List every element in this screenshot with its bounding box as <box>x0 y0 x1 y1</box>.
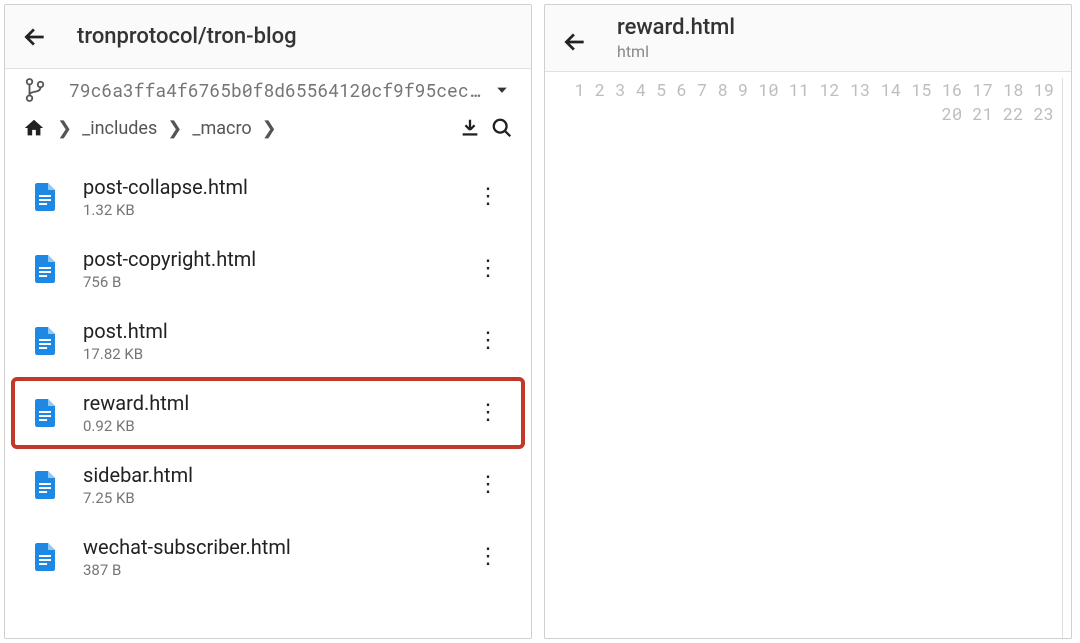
back-button[interactable] <box>561 28 589 56</box>
file-name: post.html <box>83 319 471 343</box>
commit-row: 79c6a3ffa4f6765b0f8d65564120cf9f95cece36 <box>5 69 531 107</box>
file-more-button[interactable]: ⋮ <box>471 336 505 346</box>
download-icon <box>459 117 481 139</box>
commit-dropdown[interactable] <box>489 83 515 97</box>
file-icon-wrap <box>31 399 59 427</box>
arrow-left-icon <box>562 29 588 55</box>
file-size: 387 B <box>83 561 471 579</box>
repo-title: tronprotocol/tron-blog <box>77 24 297 49</box>
file-name: post-collapse.html <box>83 175 471 199</box>
file-item[interactable]: post-copyright.html 756 B⋮ <box>11 233 525 305</box>
search-icon <box>491 117 513 139</box>
toolbar: reward.html html <box>545 5 1071 72</box>
file-item[interactable]: wechat-subscriber.html 387 B⋮ <box>11 521 525 593</box>
file-icon <box>33 471 57 499</box>
breadcrumb-sep: ❯ <box>258 118 281 139</box>
file-name: reward.html <box>83 391 471 415</box>
file-size: 756 B <box>83 273 471 291</box>
file-item[interactable]: sidebar.html 7.25 KB⋮ <box>11 449 525 521</box>
file-item[interactable]: post-collapse.html 1.32 KB⋮ <box>11 161 525 233</box>
file-size: 1.32 KB <box>83 201 471 219</box>
commit-hash[interactable]: 79c6a3ffa4f6765b0f8d65564120cf9f95cece36 <box>69 78 489 102</box>
file-icon <box>33 183 57 211</box>
file-size: 17.82 KB <box>83 345 471 363</box>
breadcrumb-item[interactable]: _macro <box>192 118 251 139</box>
breadcrumb-item[interactable]: _includes <box>82 118 157 139</box>
file-meta: reward.html 0.92 KB <box>83 391 471 435</box>
file-browser-pane: tronprotocol/tron-blog 79c6a3ffa4f6765b0… <box>4 4 532 639</box>
file-more-button[interactable]: ⋮ <box>471 480 505 490</box>
file-icon-wrap <box>31 543 59 571</box>
branch-icon[interactable] <box>21 77 49 103</box>
file-size: 7.25 KB <box>83 489 471 507</box>
line-numbers: 1 2 3 4 5 6 7 8 9 10 11 12 13 14 15 16 1… <box>545 78 1063 638</box>
download-button[interactable] <box>457 115 483 141</box>
file-icon-wrap <box>31 327 59 355</box>
file-meta: post-collapse.html 1.32 KB <box>83 175 471 219</box>
file-item[interactable]: reward.html 0.92 KB⋮ <box>11 377 525 449</box>
file-name: sidebar.html <box>83 463 471 487</box>
code-area[interactable]: 1 2 3 4 5 6 7 8 9 10 11 12 13 14 15 16 1… <box>545 72 1071 638</box>
file-title: reward.html <box>617 15 735 40</box>
home-icon <box>23 117 45 139</box>
toolbar: tronprotocol/tron-blog <box>5 5 531 69</box>
code-viewer-pane: reward.html html 1 2 3 4 5 6 7 8 9 10 11… <box>544 4 1072 639</box>
file-meta: post.html 17.82 KB <box>83 319 471 363</box>
search-button[interactable] <box>489 115 515 141</box>
file-icon-wrap <box>31 255 59 283</box>
file-more-button[interactable]: ⋮ <box>471 264 505 274</box>
file-meta: post-copyright.html 756 B <box>83 247 471 291</box>
file-more-button[interactable]: ⋮ <box>471 408 505 418</box>
file-icon-wrap <box>31 471 59 499</box>
file-list: post-collapse.html1.32 KB⋮post-copyright… <box>5 157 531 638</box>
file-name: post-copyright.html <box>83 247 471 271</box>
breadcrumb-sep: ❯ <box>163 118 186 139</box>
file-size: 0.92 KB <box>83 417 471 435</box>
file-icon-wrap <box>31 183 59 211</box>
file-icon <box>33 543 57 571</box>
chevron-down-icon <box>495 83 509 97</box>
file-icon <box>33 399 57 427</box>
file-meta: wechat-subscriber.html 387 B <box>83 535 471 579</box>
breadcrumb-sep: ❯ <box>53 118 76 139</box>
file-item[interactable]: post.html 17.82 KB⋮ <box>11 305 525 377</box>
file-icon <box>33 255 57 283</box>
back-button[interactable] <box>21 23 49 51</box>
file-subtitle: html <box>617 42 735 61</box>
file-name: wechat-subscriber.html <box>83 535 471 559</box>
code-content: {% if site.alipay or site.wechatpay %} <… <box>1063 78 1071 638</box>
file-more-button[interactable]: ⋮ <box>471 552 505 562</box>
home-button[interactable] <box>21 115 47 141</box>
file-more-button[interactable]: ⋮ <box>471 192 505 202</box>
arrow-left-icon <box>22 24 48 50</box>
file-meta: sidebar.html 7.25 KB <box>83 463 471 507</box>
file-icon <box>33 327 57 355</box>
breadcrumb-row: ❯ _includes ❯ _macro ❯ <box>5 107 531 157</box>
